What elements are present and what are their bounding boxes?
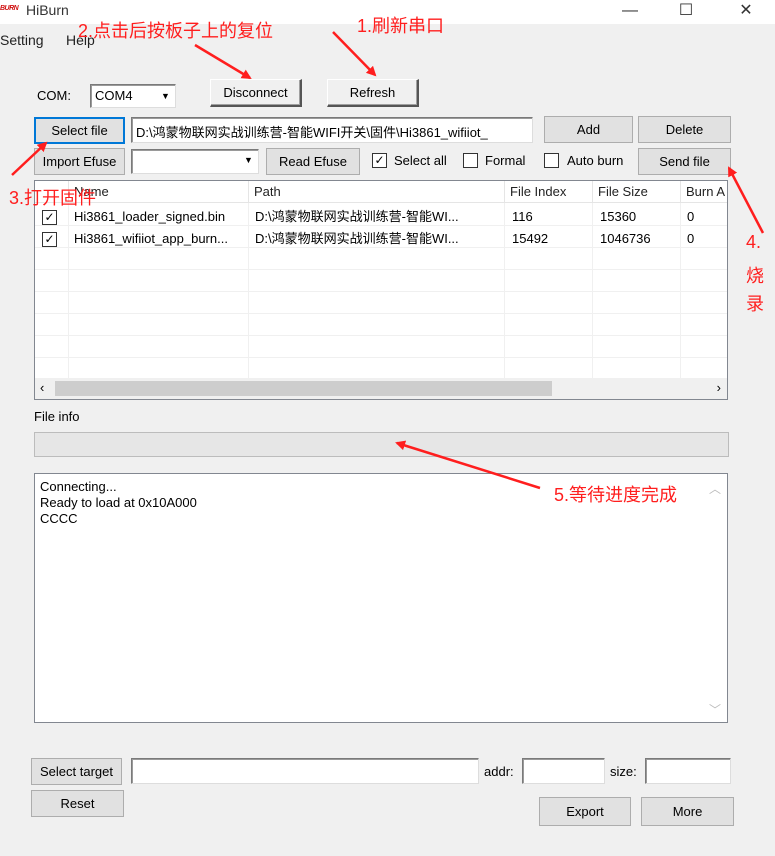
arrow-to-send-file bbox=[727, 166, 765, 234]
annotation-step-4-char1: 烧 bbox=[746, 266, 764, 286]
annotation-step-2: 2.点击后按板子上的复位 bbox=[78, 21, 274, 41]
arrow-to-refresh bbox=[332, 31, 377, 77]
annotation-step-4-char2: 录 bbox=[746, 294, 764, 314]
annotation-arrows bbox=[11, 31, 765, 490]
annotation-step-5: 5.等待进度完成 bbox=[554, 485, 678, 505]
annotation-step-4-num: 4. bbox=[746, 232, 762, 252]
annotation-step-3: 3.打开固件 bbox=[9, 188, 97, 208]
arrow-to-disconnect bbox=[194, 43, 252, 80]
annotation-step-1: 1.刷新串口 bbox=[357, 16, 445, 36]
arrow-to-select-file bbox=[11, 141, 48, 176]
arrow-to-progress bbox=[395, 440, 541, 490]
